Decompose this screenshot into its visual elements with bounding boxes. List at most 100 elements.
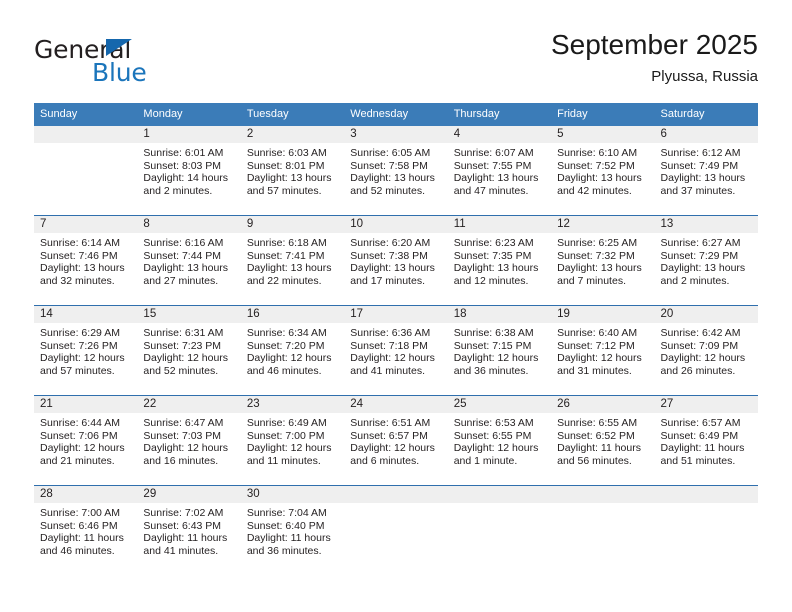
- sunrise-line: Sunrise: 6:53 AM: [453, 417, 534, 429]
- day-cell-inner: 13 Sunrise: 6:27 AM Sunset: 7:29 PM Dayligh…: [654, 216, 758, 305]
- calendar-day-cell[interactable]: 18 Sunrise: 6:38 AM Sunset: 7:15 PM Dayligh…: [447, 305, 552, 396]
- day-cell-inner: 28 Sunrise: 7:00 AM Sunset: 6:46 PM Dayligh…: [34, 486, 138, 575]
- sunrise-line: Sunrise: 6:27 AM: [660, 237, 741, 249]
- calendar-day-cell[interactable]: 14 Sunrise: 6:29 AM Sunset: 7:26 PM Dayligh…: [34, 305, 138, 396]
- calendar-day-cell[interactable]: 17 Sunrise: 6:36 AM Sunset: 7:18 PM Dayligh…: [344, 305, 448, 396]
- calendar-day-cell[interactable]: 26 Sunrise: 6:55 AM Sunset: 6:52 PM Dayligh…: [551, 395, 655, 486]
- day-number: [654, 486, 758, 503]
- daylight-line: Daylight: 12 hours: [246, 352, 332, 365]
- calendar-day-cell[interactable]: 29 Sunrise: 7:02 AM Sunset: 6:43 PM Dayligh…: [137, 485, 241, 575]
- day-details: Sunrise: 6:40 AM Sunset: 7:12 PM Daylight:…: [551, 323, 654, 377]
- calendar-day-cell[interactable]: 7 Sunrise: 6:14 AM Sunset: 7:46 PM Daylight…: [34, 215, 138, 306]
- calendar-day-cell[interactable]: 4 Sunrise: 6:07 AM Sunset: 7:55 PM Daylight…: [447, 126, 552, 216]
- daylight-line-cont: and 46 minutes.: [40, 544, 115, 557]
- day-number: 14: [34, 306, 138, 323]
- day-cell-inner: 26 Sunrise: 6:55 AM Sunset: 6:52 PM Dayligh…: [551, 396, 655, 485]
- daylight-line: Daylight: 13 hours: [660, 262, 746, 275]
- calendar-day-cell[interactable]: 8 Sunrise: 6:16 AM Sunset: 7:44 PM Daylight…: [137, 215, 241, 306]
- daylight-line-cont: and 16 minutes.: [143, 454, 219, 467]
- logo-triangle-icon: [106, 39, 132, 56]
- calendar-day-cell[interactable]: 9 Sunrise: 6:18 AM Sunset: 7:41 PM Daylight…: [240, 215, 345, 306]
- sunset-line: Sunset: 7:44 PM: [143, 249, 222, 262]
- calendar-week-row: 21 Sunrise: 6:44 AM Sunset: 7:06 PM Dayligh…: [34, 395, 758, 486]
- calendar-day-cell[interactable]: 27 Sunrise: 6:57 AM Sunset: 6:49 PM Dayligh…: [654, 395, 758, 486]
- day-number: 19: [551, 306, 655, 323]
- day-number: 6: [654, 126, 758, 143]
- sunrise-line: Sunrise: 6:05 AM: [350, 147, 431, 159]
- day-number: 8: [137, 216, 241, 233]
- daylight-line: Daylight: 11 hours: [40, 532, 124, 545]
- calendar-day-cell[interactable]: 20 Sunrise: 6:42 AM Sunset: 7:09 PM Dayligh…: [654, 305, 758, 396]
- calendar-day-cell[interactable]: 15 Sunrise: 6:31 AM Sunset: 7:23 PM Dayligh…: [137, 305, 241, 396]
- daylight-line-cont: and 11 minutes.: [246, 454, 321, 467]
- daylight-line: Daylight: 13 hours: [660, 172, 746, 185]
- sunset-line: Sunset: 8:03 PM: [143, 159, 222, 172]
- daylight-line: Daylight: 12 hours: [660, 352, 746, 365]
- day-cell-inner: 24 Sunrise: 6:51 AM Sunset: 6:57 PM Dayligh…: [344, 396, 448, 485]
- calendar-week-row: 1 Sunrise: 6:01 AM Sunset: 8:03 PM Daylight…: [34, 126, 758, 216]
- calendar-day-cell[interactable]: 23 Sunrise: 6:49 AM Sunset: 7:00 PM Dayligh…: [240, 395, 345, 486]
- calendar-day-cell[interactable]: 2 Sunrise: 6:03 AM Sunset: 8:01 PM Daylight…: [240, 126, 345, 216]
- calendar-table: Sunday Monday Tuesday Wednesday Thursday…: [34, 103, 758, 575]
- sunrise-line: Sunrise: 6:34 AM: [246, 327, 327, 339]
- sunrise-line: Sunrise: 6:01 AM: [143, 147, 224, 159]
- day-number: 1: [137, 126, 241, 143]
- sunset-line: Sunset: 6:49 PM: [660, 429, 739, 442]
- calendar-day-cell[interactable]: 3 Sunrise: 6:05 AM Sunset: 7:58 PM Daylight…: [344, 126, 448, 216]
- calendar-day-cell[interactable]: 21 Sunrise: 6:44 AM Sunset: 7:06 PM Dayligh…: [34, 395, 138, 486]
- day-number: 13: [654, 216, 758, 233]
- sunset-line: Sunset: 6:57 PM: [350, 429, 428, 442]
- calendar-week-row: 14 Sunrise: 6:29 AM Sunset: 7:26 PM Dayligh…: [34, 305, 758, 396]
- day-number: 7: [34, 216, 138, 233]
- calendar-day-cell[interactable]: 19 Sunrise: 6:40 AM Sunset: 7:12 PM Dayligh…: [551, 305, 655, 396]
- daylight-line-cont: and 41 minutes.: [350, 364, 425, 377]
- sunset-line: Sunset: 7:18 PM: [350, 339, 428, 352]
- sunrise-line: Sunrise: 6:36 AM: [350, 327, 431, 339]
- day-number: 22: [137, 396, 241, 413]
- calendar-day-cell[interactable]: 24 Sunrise: 6:51 AM Sunset: 6:57 PM Dayligh…: [344, 395, 448, 486]
- calendar-day-cell[interactable]: 16 Sunrise: 6:34 AM Sunset: 7:20 PM Dayligh…: [240, 305, 345, 396]
- day-cell-inner: 5 Sunrise: 6:10 AM Sunset: 7:52 PM Daylight…: [551, 126, 655, 215]
- calendar-day-cell[interactable]: 6 Sunrise: 6:12 AM Sunset: 7:49 PM Daylight…: [654, 126, 758, 216]
- day-details: Sunrise: 6:01 AM Sunset: 8:03 PM Daylight:…: [137, 143, 240, 197]
- calendar-day-cell[interactable]: 13 Sunrise: 6:27 AM Sunset: 7:29 PM Dayligh…: [654, 215, 758, 306]
- sunset-line: Sunset: 6:46 PM: [40, 519, 118, 532]
- day-cell-inner: 14 Sunrise: 6:29 AM Sunset: 7:26 PM Dayligh…: [34, 306, 138, 395]
- daylight-line: Daylight: 13 hours: [557, 172, 642, 185]
- sunset-line: Sunset: 8:01 PM: [246, 159, 325, 172]
- weekday-header-saturday: Saturday: [654, 103, 758, 126]
- general-blue-logo[interactable]: General Blue: [34, 36, 254, 88]
- title-block: September 2025 Plyussa, Russia: [551, 28, 758, 86]
- calendar-day-cell[interactable]: 12 Sunrise: 6:25 AM Sunset: 7:32 PM Dayligh…: [551, 215, 655, 306]
- daylight-line-cont: and 57 minutes.: [246, 184, 322, 197]
- calendar-day-cell[interactable]: 30 Sunrise: 7:04 AM Sunset: 6:40 PM Dayligh…: [240, 485, 345, 575]
- daylight-line-cont: and 46 minutes.: [246, 364, 322, 377]
- daylight-line: Daylight: 12 hours: [350, 352, 435, 365]
- calendar-day-cell[interactable]: 5 Sunrise: 6:10 AM Sunset: 7:52 PM Daylight…: [551, 126, 655, 216]
- daylight-line-cont: and 41 minutes.: [143, 544, 219, 557]
- calendar-day-cell[interactable]: 11 Sunrise: 6:23 AM Sunset: 7:35 PM Dayligh…: [447, 215, 552, 306]
- day-details: Sunrise: 6:34 AM Sunset: 7:20 PM Daylight:…: [241, 323, 344, 377]
- calendar-body: 1 Sunrise: 6:01 AM Sunset: 8:03 PM Daylight…: [34, 126, 758, 575]
- calendar-week-row: 28 Sunrise: 7:00 AM Sunset: 6:46 PM Dayligh…: [34, 485, 758, 575]
- calendar-day-cell[interactable]: 25 Sunrise: 6:53 AM Sunset: 6:55 PM Dayligh…: [447, 395, 552, 486]
- calendar-day-cell[interactable]: 1 Sunrise: 6:01 AM Sunset: 8:03 PM Daylight…: [137, 126, 241, 216]
- day-details: Sunrise: 6:31 AM Sunset: 7:23 PM Daylight:…: [137, 323, 240, 377]
- calendar-day-cell[interactable]: 28 Sunrise: 7:00 AM Sunset: 6:46 PM Dayligh…: [34, 485, 138, 575]
- day-details: Sunrise: 6:18 AM Sunset: 7:41 PM Daylight:…: [241, 233, 344, 287]
- sunrise-line: Sunrise: 6:14 AM: [40, 237, 120, 249]
- day-cell-inner: 11 Sunrise: 6:23 AM Sunset: 7:35 PM Dayligh…: [447, 216, 552, 305]
- sunset-line: Sunset: 7:29 PM: [660, 249, 739, 262]
- day-details: Sunrise: 6:29 AM Sunset: 7:26 PM Daylight:…: [34, 323, 137, 377]
- daylight-line: Daylight: 13 hours: [246, 172, 332, 185]
- day-details: Sunrise: 6:49 AM Sunset: 7:00 PM Daylight:…: [241, 413, 344, 467]
- day-details: Sunrise: 6:42 AM Sunset: 7:09 PM Daylight:…: [655, 323, 758, 377]
- daylight-line-cont: and 2 minutes.: [143, 184, 213, 197]
- calendar-day-cell-empty: [551, 485, 655, 575]
- sunset-line: Sunset: 6:55 PM: [453, 429, 532, 442]
- calendar-day-cell[interactable]: 10 Sunrise: 6:20 AM Sunset: 7:38 PM Dayligh…: [344, 215, 448, 306]
- daylight-line: Daylight: 11 hours: [660, 442, 745, 455]
- day-number: 15: [137, 306, 241, 323]
- calendar-day-cell[interactable]: 22 Sunrise: 6:47 AM Sunset: 7:03 PM Dayligh…: [137, 395, 241, 486]
- sunset-line: Sunset: 7:26 PM: [40, 339, 118, 352]
